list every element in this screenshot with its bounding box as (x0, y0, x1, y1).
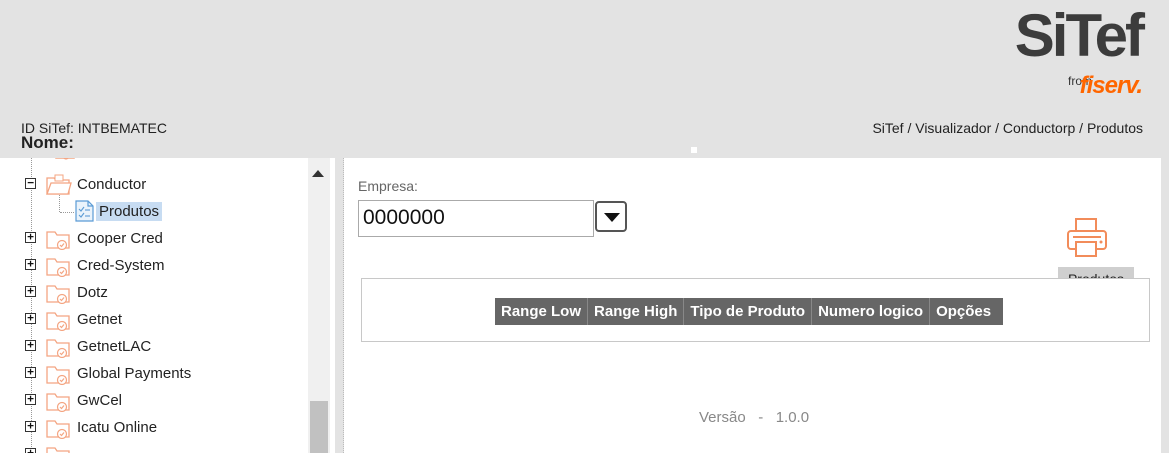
logo-text: SiTef (1014, 2, 1145, 69)
sitef-logo: SiTef from fiserv. (992, 2, 1145, 104)
produtos-grid: Range Low Range High Tipo de Produto Numero… (361, 278, 1150, 342)
expand-toggle[interactable]: + (25, 312, 36, 324)
tree-item-partial[interactable]: + (0, 442, 308, 453)
expand-toggle[interactable]: + (25, 420, 36, 432)
tree-item[interactable]: + GetnetLAC (0, 334, 308, 358)
grid-column-header[interactable]: Opções (930, 298, 1003, 325)
tree-view: − Conductor Produtos + Cooper Cred + Cred-S… (0, 158, 308, 453)
tree-item[interactable]: + GwCel (0, 388, 308, 412)
folder-icon (46, 339, 70, 358)
nome-label: Nome: (21, 133, 74, 152)
empresa-label: Empresa: (358, 178, 418, 194)
splitter-handle[interactable] (691, 147, 697, 153)
page-header: SiTef from fiserv. ID SiTef: INTBEMATEC … (0, 0, 1169, 158)
tree-item[interactable]: + Global Payments (0, 361, 308, 385)
tree-item-label: GwCel (77, 392, 123, 409)
grid-column-header[interactable]: Tipo de Produto (684, 298, 813, 325)
grid-header-row: Range Low Range High Tipo de Produto Numero… (495, 298, 1004, 325)
tree-item-produtos[interactable]: Produtos (96, 202, 163, 221)
expand-toggle[interactable]: + (25, 258, 36, 270)
folder-icon (46, 258, 70, 277)
expand-toggle[interactable]: + (25, 393, 36, 405)
grid-column-header[interactable]: Range High (588, 298, 685, 325)
folder-icon (46, 447, 70, 453)
tree-item-label: Dotz (77, 284, 108, 301)
tree-item-label: Cred-System (77, 257, 165, 274)
open-folder-icon (46, 174, 72, 195)
tree-item-label: Conductor (77, 176, 147, 193)
expand-toggle[interactable]: + (25, 366, 36, 378)
sidebar-scrollbar[interactable] (308, 158, 330, 453)
folder-icon (46, 420, 70, 439)
expand-toggle[interactable]: + (25, 339, 36, 351)
collapse-toggle[interactable]: − (25, 177, 36, 189)
document-list-icon (75, 200, 94, 222)
expand-toggle[interactable]: + (25, 285, 36, 297)
tree-item-label: Getnet (77, 311, 123, 328)
fiserv-logo-text: fiserv. (1079, 72, 1143, 99)
printer-icon[interactable] (1065, 216, 1109, 260)
tree-item[interactable]: + Dotz (0, 280, 308, 304)
folder-icon (46, 231, 70, 250)
empresa-dropdown-button[interactable] (595, 201, 627, 232)
folder-icon (46, 312, 70, 331)
folder-icon (46, 393, 70, 412)
tree-item-label: Cooper Cred (77, 230, 163, 247)
tree-item-label: Global Payments (77, 365, 192, 382)
grid-column-header[interactable]: Numero logico (812, 298, 931, 325)
empresa-select[interactable]: 0000000 (358, 200, 594, 237)
expand-toggle[interactable]: + (25, 231, 36, 243)
tree-item-conductor[interactable]: − Conductor (0, 172, 308, 196)
folder-icon (55, 158, 75, 160)
right-gutter (1161, 158, 1169, 453)
breadcrumb: SiTef / Visualizador / Conductorp / Prod… (872, 120, 1143, 136)
folder-icon (46, 285, 70, 304)
tree-item-label: Icatu Online (77, 419, 158, 436)
grid-column-header[interactable]: Range Low (495, 298, 589, 325)
main-content: Empresa: 0000000 Produtos Range LowRange… (344, 158, 1161, 453)
sidebar-tree-panel: − Conductor Produtos + Cooper Cred + Cred-S… (0, 158, 335, 453)
scroll-up-arrow-icon[interactable] (312, 170, 324, 177)
expand-toggle[interactable]: + (25, 447, 36, 453)
version-text: Versão - 1.0.0 (699, 409, 810, 426)
tree-item-label: GetnetLAC (77, 338, 152, 355)
scrollbar-thumb[interactable] (310, 401, 328, 453)
chevron-down-icon (604, 213, 620, 222)
tree-guide-line (60, 212, 74, 213)
tree-item[interactable]: + Cred-System (0, 253, 308, 277)
tree-item[interactable]: + Cooper Cred (0, 226, 308, 250)
tree-item[interactable]: + Getnet (0, 307, 308, 331)
folder-icon (46, 366, 70, 385)
tree-item[interactable]: + Icatu Online (0, 415, 308, 439)
